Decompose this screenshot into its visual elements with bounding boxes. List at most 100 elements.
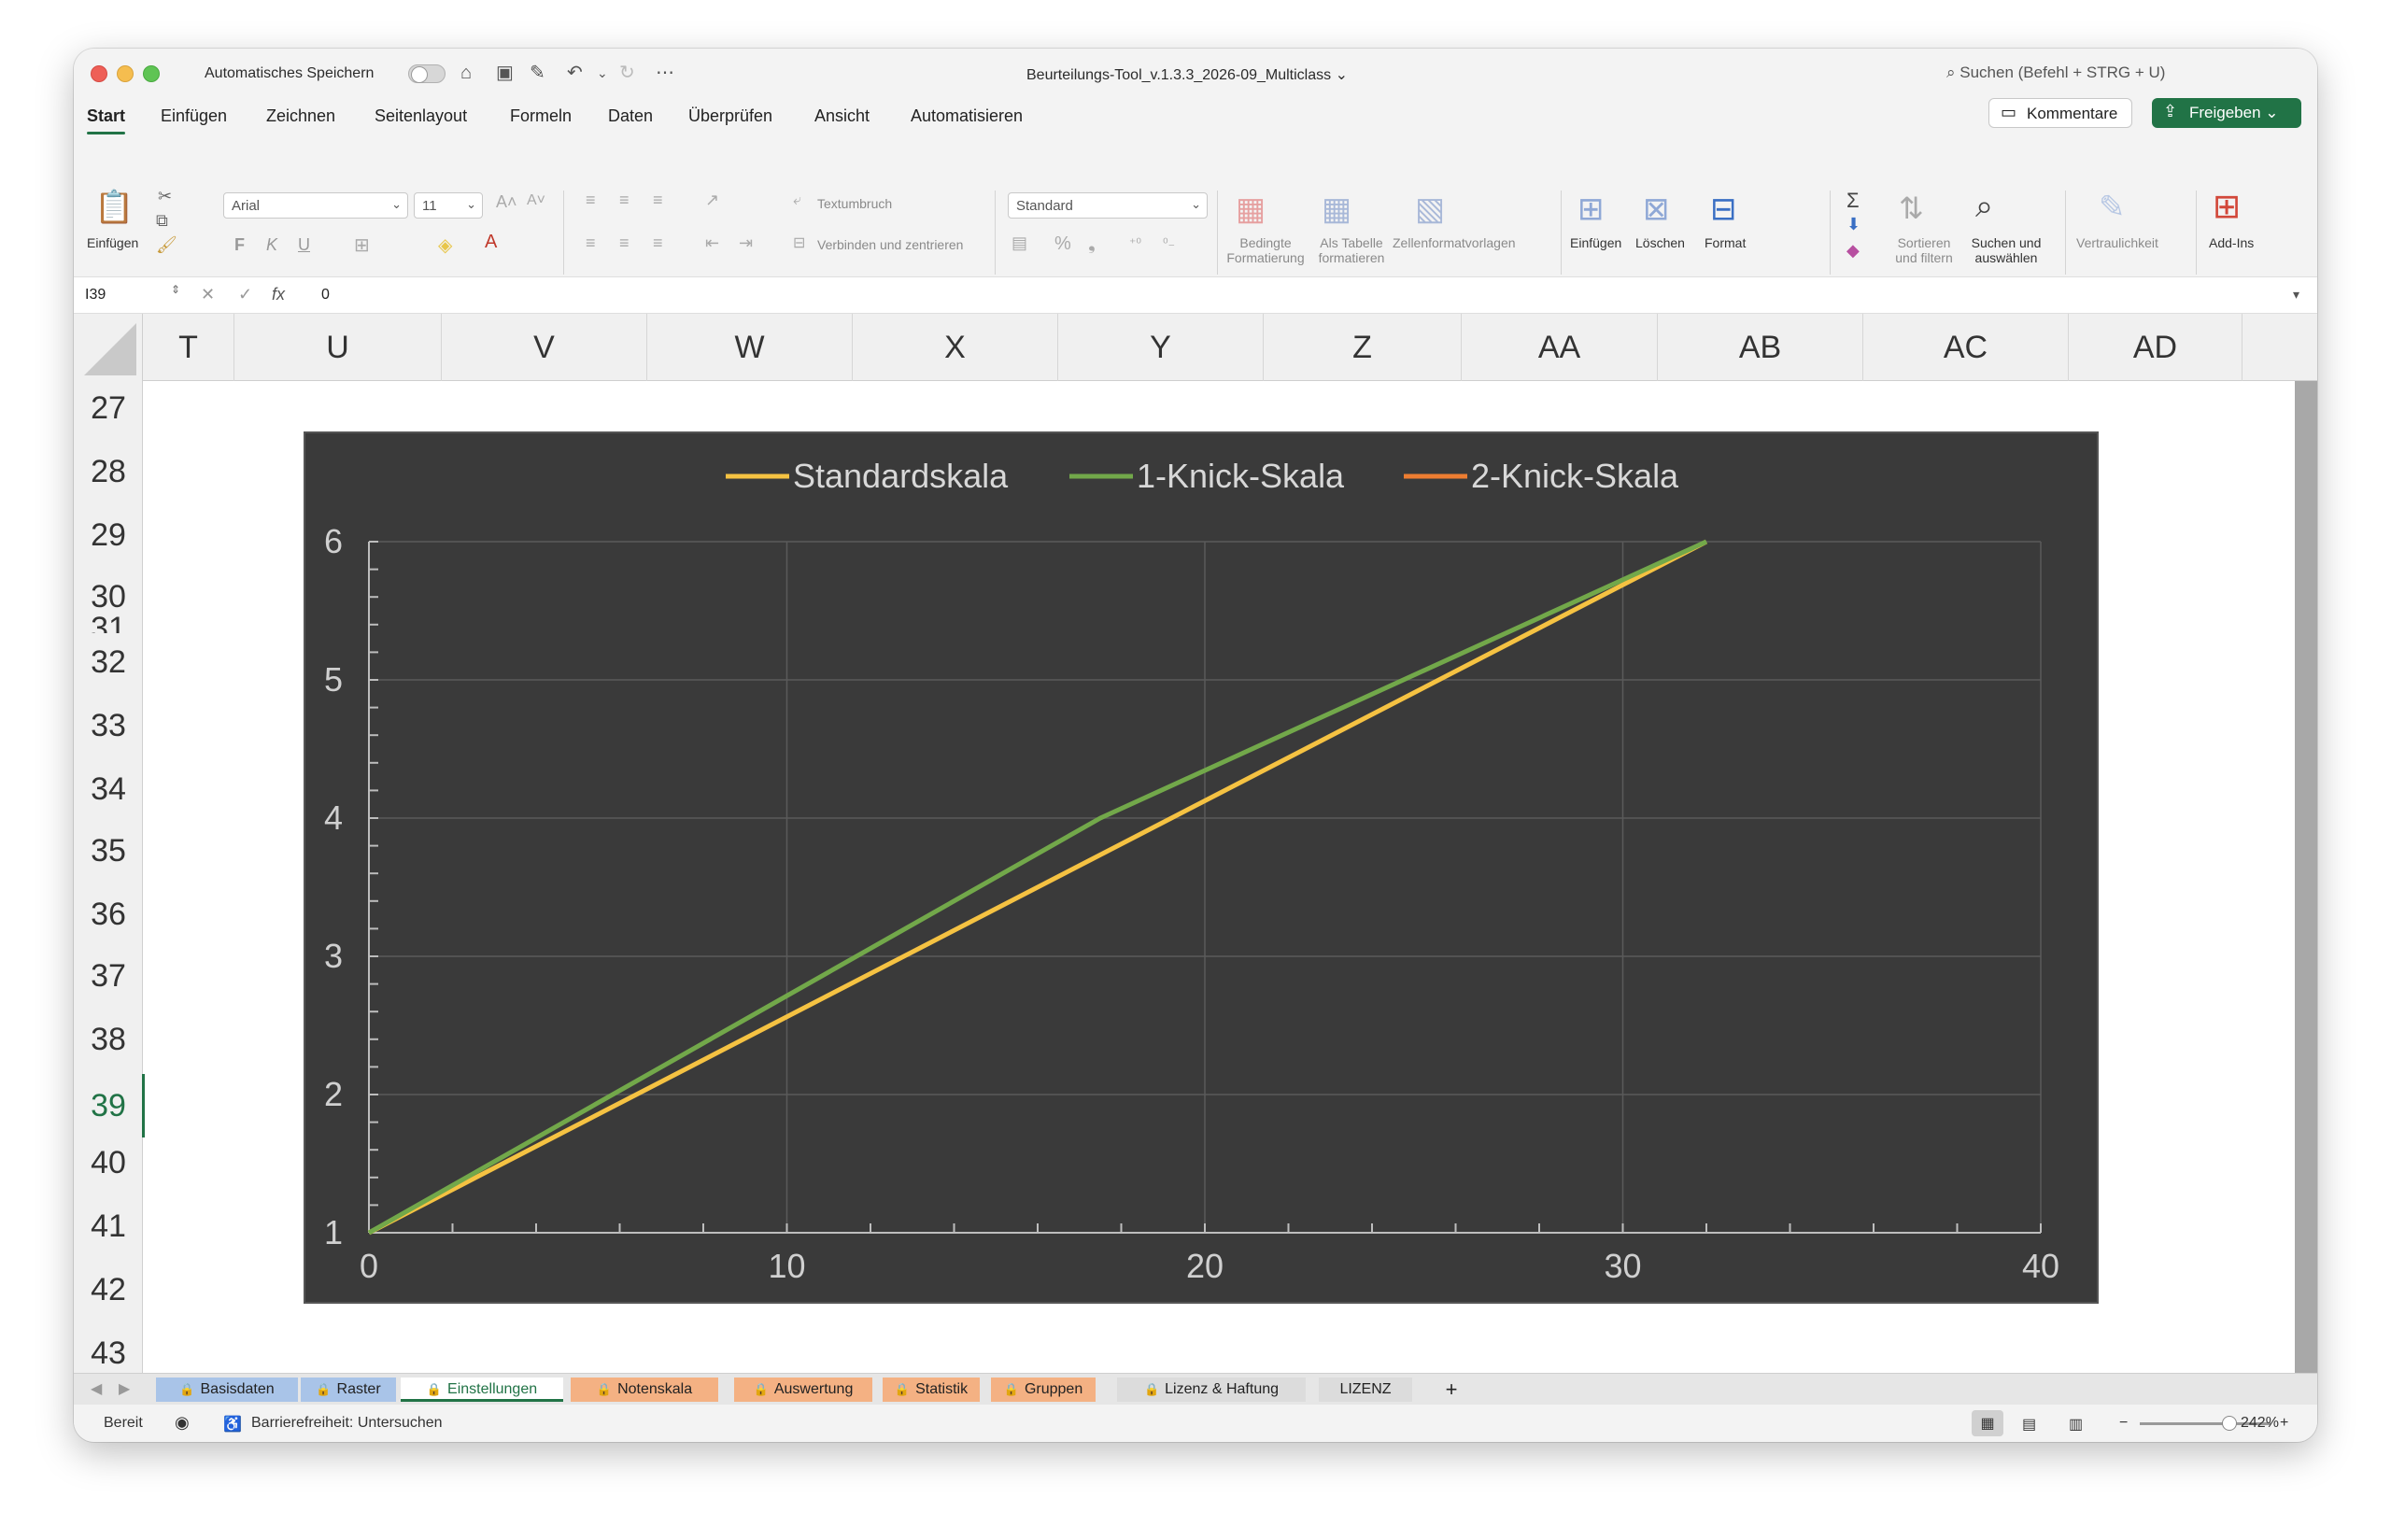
row-header[interactable]: 32 — [74, 644, 143, 681]
row-header[interactable]: 38 — [74, 1022, 143, 1058]
align-top-icon[interactable]: ≡ — [586, 191, 596, 210]
underline-button[interactable]: U — [298, 235, 310, 255]
column-header[interactable]: Z — [1264, 314, 1462, 381]
align-middle-icon[interactable]: ≡ — [619, 191, 630, 210]
format-cells-icon[interactable]: ⊟ — [1710, 191, 1737, 228]
sheet-tab-einstellungen[interactable]: 🔒 Einstellungen — [401, 1378, 563, 1402]
autosave-toggle[interactable] — [408, 64, 446, 83]
tab-data[interactable]: Daten — [608, 106, 653, 126]
cut-icon[interactable]: ✂ — [158, 187, 172, 206]
normal-view-icon[interactable]: ▦ — [1972, 1410, 2003, 1436]
align-center-icon[interactable]: ≡ — [619, 233, 630, 253]
row-header[interactable]: 42 — [74, 1272, 143, 1308]
italic-button[interactable]: K — [266, 235, 277, 255]
decrease-font-icon[interactable]: A˅ — [527, 192, 545, 209]
home-icon[interactable]: ⌂ — [460, 62, 472, 84]
find-select-button[interactable]: Suchen und auswählen — [1964, 235, 2048, 265]
page-break-view-icon[interactable]: ▥ — [2069, 1415, 2083, 1434]
undo-dropdown-icon[interactable]: ⌄ — [597, 62, 608, 84]
column-header[interactable]: U — [234, 314, 442, 381]
column-header[interactable]: T — [143, 314, 234, 381]
accessibility-icon[interactable]: ♿ — [223, 1415, 242, 1434]
tab-insert[interactable]: Einfügen — [161, 106, 227, 126]
number-format-select[interactable]: Standard ⌄ — [1008, 192, 1208, 219]
comma-icon[interactable]: ❟ — [1088, 233, 1096, 255]
row-header[interactable]: 36 — [74, 897, 143, 933]
insert-cells-icon[interactable]: ⊞ — [1577, 191, 1605, 228]
row-header[interactable]: 41 — [74, 1208, 143, 1245]
font-name-select[interactable]: Arial ⌄ — [223, 192, 408, 219]
zoom-slider-thumb[interactable] — [2222, 1416, 2237, 1431]
tab-page-layout[interactable]: Seitenlayout — [375, 106, 467, 126]
formula-input[interactable]: 0 — [321, 287, 330, 304]
column-header[interactable]: W — [647, 314, 853, 381]
copy-icon[interactable]: ⧉ — [156, 211, 168, 231]
share-button[interactable]: ⇪ Freigeben ⌄ — [2152, 98, 2301, 128]
expand-formula-icon[interactable]: ▾ — [2293, 287, 2299, 303]
tab-review[interactable]: Überprüfen — [688, 106, 772, 126]
tab-formulas[interactable]: Formeln — [510, 106, 572, 126]
font-size-select[interactable]: 11 ⌄ — [414, 192, 483, 219]
sheet-tab-notenskala[interactable]: 🔒 Notenskala — [571, 1378, 718, 1402]
column-header[interactable]: Y — [1058, 314, 1264, 381]
row-header[interactable]: 35 — [74, 833, 143, 869]
insert-cells-button[interactable]: Einfügen — [1570, 235, 1621, 250]
zoom-in-icon[interactable]: + — [2280, 1415, 2288, 1432]
percent-icon[interactable]: % — [1054, 233, 1071, 255]
row-header[interactable]: 27 — [74, 390, 143, 427]
save-icon[interactable]: ▣ — [496, 62, 514, 84]
comments-button[interactable]: ▭ Kommentare — [1988, 98, 2132, 128]
conditional-formatting-icon[interactable]: ▦ — [1236, 191, 1266, 228]
undo-icon[interactable]: ↶ — [567, 62, 583, 84]
merge-icon[interactable]: ⊟ — [793, 233, 805, 252]
column-header[interactable]: V — [442, 314, 647, 381]
row-header[interactable]: 37 — [74, 958, 143, 995]
row-header[interactable]: 34 — [74, 771, 143, 808]
sheet-tab-statistik[interactable]: 🔒 Statistik — [883, 1378, 980, 1402]
more-icon[interactable]: ⋯ — [656, 62, 674, 84]
search-box[interactable]: ⌕ Suchen (Befehl + STRG + U) — [1946, 64, 2165, 82]
cell-styles-button[interactable]: Zellenformatvorlagen — [1393, 235, 1516, 250]
tab-start[interactable]: Start — [87, 106, 126, 134]
paste-label[interactable]: Einfügen — [87, 235, 138, 250]
find-select-icon[interactable]: ⌕ — [1975, 189, 1993, 225]
fill-icon[interactable]: ⬇ — [1846, 215, 1860, 234]
row-header[interactable]: 28 — [74, 454, 143, 490]
line-chart[interactable]: 0 10 20 30 40 1 2 3 4 5 6 Standardskala 1-Knick-Skal… — [304, 431, 2099, 1304]
vertical-scrollbar[interactable] — [2295, 381, 2317, 1421]
tab-draw[interactable]: Zeichnen — [266, 106, 335, 126]
format-as-table-button[interactable]: Als Tabelle formatieren — [1312, 235, 1391, 265]
autosum-icon[interactable]: Σ — [1846, 189, 1860, 213]
page-layout-view-icon[interactable]: ▤ — [2022, 1415, 2036, 1434]
sheet-tab-basisdaten[interactable]: 🔒 Basisdaten — [156, 1378, 298, 1402]
sort-filter-button[interactable]: Sortieren und filtern — [1889, 235, 1959, 265]
row-header[interactable]: 33 — [74, 708, 143, 744]
function-icon[interactable]: fx — [272, 285, 285, 304]
column-header[interactable]: AA — [1462, 314, 1658, 381]
select-all-button[interactable] — [74, 314, 143, 381]
sheet-tab-lizenz-haftung[interactable]: 🔒 Lizenz & Haftung — [1117, 1378, 1306, 1402]
column-header[interactable]: AC — [1863, 314, 2069, 381]
wrap-text-icon[interactable]: ⤶ — [793, 192, 801, 209]
tab-view[interactable]: Ansicht — [814, 106, 870, 126]
font-color-icon[interactable]: A — [485, 232, 497, 253]
delete-cells-button[interactable]: Löschen — [1635, 235, 1685, 250]
decrease-decimal-icon[interactable]: ⁰₋ — [1163, 235, 1175, 251]
zoom-out-icon[interactable]: − — [2119, 1415, 2128, 1432]
tab-automate[interactable]: Automatisieren — [911, 106, 1023, 126]
sort-filter-icon[interactable]: ⇅ — [1899, 191, 1924, 226]
format-cells-button[interactable]: Format — [1705, 235, 1746, 250]
name-box-stepper-icon[interactable]: ⇕ — [171, 283, 180, 296]
row-header[interactable]: 43 — [74, 1335, 143, 1372]
macro-record-icon[interactable]: ◉ — [175, 1413, 190, 1433]
clear-icon[interactable]: ◆ — [1846, 241, 1860, 261]
fill-color-icon[interactable]: ◈ — [438, 233, 452, 257]
zoom-level[interactable]: 242% — [2241, 1415, 2279, 1432]
accessibility-status[interactable]: Barrierefreiheit: Untersuchen — [251, 1415, 443, 1432]
next-sheet-icon[interactable]: ▶ — [119, 1379, 130, 1398]
sheet-tab-lizenz[interactable]: LIZENZ — [1319, 1378, 1412, 1402]
close-window-button[interactable] — [91, 65, 107, 82]
delete-cells-icon[interactable]: ⊠ — [1643, 191, 1670, 228]
sheet-tab-auswertung[interactable]: 🔒 Auswertung — [734, 1378, 872, 1402]
column-header[interactable]: AB — [1658, 314, 1863, 381]
